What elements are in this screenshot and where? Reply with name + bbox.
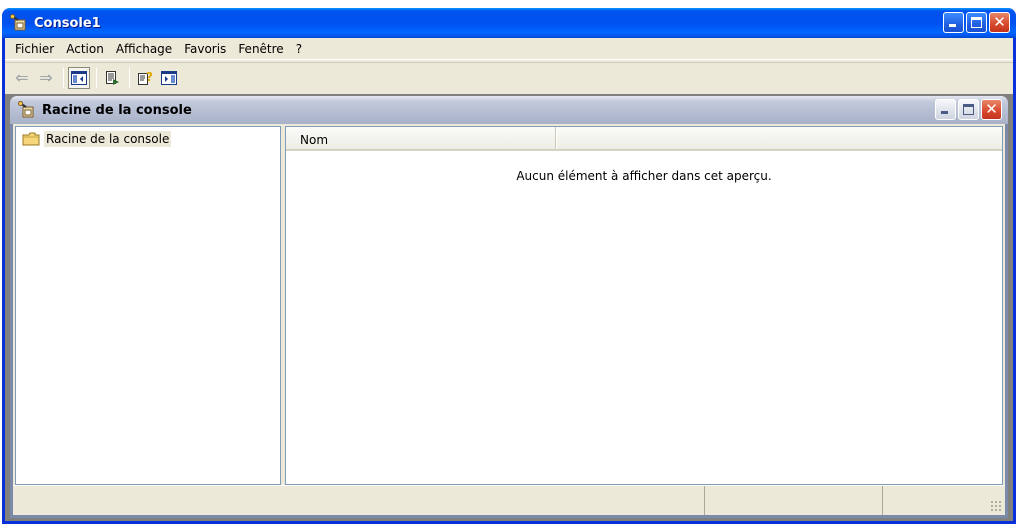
list-header: Nom (286, 127, 1002, 151)
menu-bar: Fichier Action Affichage Favoris Fenêtre… (5, 38, 1013, 60)
toolbar-separator (63, 67, 64, 88)
forward-button[interactable]: ⇒ (35, 67, 57, 89)
minimize-button[interactable] (943, 12, 964, 33)
toolbar-separator (129, 67, 130, 88)
forward-arrow-icon: ⇒ (39, 67, 53, 87)
svg-text:?: ? (146, 70, 153, 84)
inner-maximize-button[interactable] (958, 99, 979, 120)
menu-action[interactable]: Action (60, 39, 110, 59)
menu-fichier[interactable]: Fichier (9, 39, 60, 59)
export-list-button[interactable] (101, 67, 123, 89)
mdi-client-area: Racine de la console ✕ Racine de la cons… (5, 94, 1013, 521)
folder-icon (22, 132, 40, 146)
window-title: Console1 (34, 15, 101, 31)
toolbar: ⇐ ⇒ ? (5, 62, 1013, 92)
menu-fenetre[interactable]: Fenêtre (232, 39, 289, 59)
minimize-icon (949, 24, 956, 27)
close-icon: ✕ (985, 100, 998, 118)
close-icon: ✕ (993, 13, 1006, 31)
maximize-button[interactable] (966, 12, 987, 33)
menu-favoris[interactable]: Favoris (178, 39, 232, 59)
show-hide-action-pane-icon (161, 70, 177, 85)
list-pane[interactable]: Nom Aucun élément à afficher dans cet ap… (285, 126, 1003, 485)
tree-pane[interactable]: Racine de la console (15, 126, 281, 485)
status-panel-grip (883, 486, 1005, 515)
minimize-icon (941, 111, 948, 114)
resize-grip-icon[interactable] (990, 500, 1002, 512)
help-icon: ? (138, 70, 153, 85)
maximize-icon (971, 17, 982, 28)
title-bar[interactable]: Console1 ✕ (2, 8, 1016, 38)
console-content: Racine de la console Nom Aucun élément à… (13, 124, 1005, 485)
tree-node-label: Racine de la console (44, 131, 172, 147)
tree-node-root[interactable]: Racine de la console (22, 131, 172, 147)
back-button[interactable]: ⇐ (11, 67, 33, 89)
console-root-icon (18, 101, 36, 119)
main-window: Console1 ✕ Fichier Action Affichage Favo… (2, 8, 1016, 524)
status-panel-secondary (705, 486, 883, 515)
inner-window-title: Racine de la console (42, 102, 192, 118)
console-root-window: Racine de la console ✕ Racine de la cons… (10, 96, 1008, 518)
inner-close-button[interactable]: ✕ (981, 99, 1002, 120)
show-hide-tree-button[interactable] (68, 66, 90, 89)
close-button[interactable]: ✕ (989, 12, 1010, 33)
show-hide-action-pane-button[interactable] (158, 67, 180, 89)
menu-affichage[interactable]: Affichage (110, 39, 178, 59)
console-root-icon (10, 14, 28, 32)
maximize-icon (963, 104, 974, 115)
status-panel-main (13, 486, 705, 515)
back-arrow-icon: ⇐ (15, 67, 29, 87)
column-header-nom[interactable]: Nom (286, 127, 556, 149)
toolbar-separator (96, 67, 97, 88)
inner-minimize-button[interactable] (935, 99, 956, 120)
menu-help[interactable]: ? (290, 39, 308, 59)
export-list-icon (106, 70, 119, 85)
inner-title-bar[interactable]: Racine de la console ✕ (10, 96, 1008, 124)
column-header-filler (556, 127, 1002, 149)
status-bar (13, 485, 1005, 515)
help-button[interactable]: ? (134, 67, 156, 89)
show-hide-tree-icon (71, 70, 87, 85)
empty-list-message: Aucun élément à afficher dans cet aperçu… (516, 169, 772, 183)
